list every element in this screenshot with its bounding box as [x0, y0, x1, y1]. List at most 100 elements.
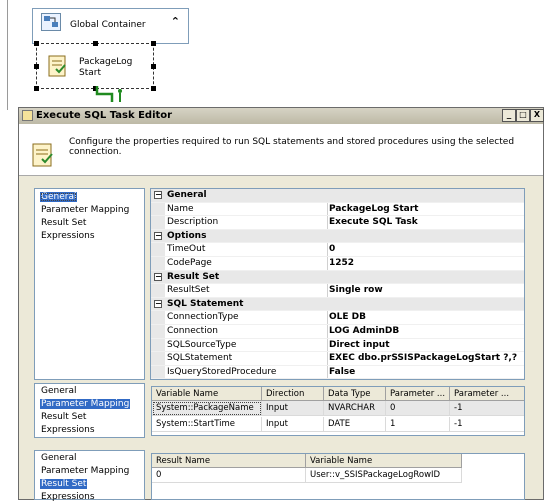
- property-row[interactable]: CodePage 1252: [151, 257, 524, 271]
- nav-item-result-set[interactable]: Result Set: [40, 479, 88, 489]
- table-cell[interactable]: User::v_SSISPackageLogRowID: [306, 468, 462, 483]
- table-cell[interactable]: 0: [386, 401, 450, 416]
- column-header[interactable]: Variable Name: [152, 387, 262, 401]
- column-divider[interactable]: [327, 257, 328, 270]
- nav-item-parameter-mapping[interactable]: Parameter Mapping: [40, 399, 131, 409]
- column-divider[interactable]: [327, 243, 328, 256]
- minimize-button[interactable]: _: [502, 109, 516, 122]
- nav-item-result-set[interactable]: Result Set: [40, 412, 87, 422]
- column-header[interactable]: Data Type: [324, 387, 386, 401]
- nav-item-general[interactable]: General: [40, 386, 77, 396]
- column-header[interactable]: Direction: [262, 387, 324, 401]
- table-cell[interactable]: Input: [262, 401, 324, 416]
- nav-item-parameter-mapping[interactable]: Parameter Mapping: [40, 205, 130, 215]
- table-cell[interactable]: NVARCHAR: [324, 401, 386, 416]
- column-divider[interactable]: [327, 325, 328, 338]
- property-category[interactable]: − Options: [151, 229, 524, 244]
- maximize-button[interactable]: □: [516, 109, 530, 122]
- property-category[interactable]: − Result Set: [151, 270, 524, 285]
- resize-handle[interactable]: [34, 86, 39, 91]
- resize-handle[interactable]: [151, 64, 156, 69]
- title-bar[interactable]: Execute SQL Task Editor _ □ X: [19, 108, 544, 124]
- column-divider[interactable]: [327, 365, 328, 379]
- column-divider[interactable]: [327, 284, 328, 297]
- column-header[interactable]: Result Name: [152, 454, 306, 468]
- property-name: TimeOut: [167, 244, 206, 255]
- table-cell[interactable]: DATE: [324, 417, 386, 432]
- global-container-label: Global Container: [70, 20, 146, 30]
- property-row[interactable]: IsQueryStoredProcedure False: [151, 365, 524, 379]
- property-value[interactable]: Execute SQL Task: [329, 217, 418, 227]
- nav-item-expressions[interactable]: Expressions: [40, 231, 96, 241]
- collapse-toggle-icon[interactable]: −: [154, 299, 162, 308]
- property-name: ResultSet: [167, 285, 210, 296]
- row-margin: [151, 243, 165, 256]
- column-divider[interactable]: [327, 352, 328, 365]
- result-set-table[interactable]: Result Name Variable Name 0 User::v_SSIS…: [151, 453, 525, 500]
- property-category[interactable]: − General: [151, 189, 524, 203]
- property-name: Name: [167, 203, 194, 214]
- property-row[interactable]: ResultSet Single row: [151, 284, 524, 298]
- table-cell[interactable]: Input: [262, 417, 324, 432]
- resize-handle[interactable]: [151, 41, 156, 46]
- column-header[interactable]: Parameter ...: [450, 387, 524, 401]
- resize-handle[interactable]: [34, 64, 39, 69]
- table-cell[interactable]: System::PackageName: [152, 401, 262, 416]
- nav-item-general[interactable]: General: [40, 192, 78, 202]
- nav-item-general[interactable]: General: [40, 453, 77, 463]
- property-row[interactable]: Name PackageLog Start: [151, 202, 524, 217]
- resize-handle[interactable]: [93, 41, 98, 46]
- property-value[interactable]: EXEC dbo.prSSISPackageLogStart ?,?: [329, 353, 517, 363]
- nav-item-expressions[interactable]: Expressions: [40, 425, 96, 435]
- property-value[interactable]: Single row: [329, 285, 383, 295]
- parameter-mapping-table[interactable]: Variable Name Direction Data Type Parame…: [151, 386, 525, 436]
- property-value[interactable]: 1252: [329, 258, 354, 268]
- column-divider[interactable]: [327, 338, 328, 352]
- resize-handle[interactable]: [34, 41, 39, 46]
- column-divider[interactable]: [327, 311, 328, 324]
- property-value[interactable]: PackageLog Start: [329, 204, 418, 214]
- table-cell[interactable]: 0: [152, 468, 306, 483]
- property-row[interactable]: SQLSourceType Direct input: [151, 338, 524, 353]
- property-value[interactable]: False: [329, 367, 355, 377]
- property-row[interactable]: TimeOut 0: [151, 243, 524, 257]
- sequence-container-icon: [41, 13, 61, 31]
- collapse-toggle-icon[interactable]: −: [154, 231, 162, 240]
- collapse-chevron-icon[interactable]: ⌃: [171, 15, 180, 28]
- column-header[interactable]: Parameter ...: [386, 387, 450, 401]
- category-label: Options: [167, 230, 207, 241]
- property-name: SQLSourceType: [167, 339, 237, 350]
- nav-item-expressions[interactable]: Expressions: [40, 492, 96, 502]
- canvas-edge: [0, 0, 8, 110]
- page-list: General Parameter Mapping Result Set Exp…: [34, 450, 145, 502]
- property-value[interactable]: 0: [329, 244, 335, 254]
- column-divider[interactable]: [327, 202, 328, 216]
- property-row[interactable]: ConnectionType OLE DB: [151, 311, 524, 325]
- global-container[interactable]: Global Container ⌃: [32, 8, 189, 44]
- table-cell[interactable]: -1: [450, 401, 524, 416]
- property-value[interactable]: LOG AdminDB: [329, 326, 399, 336]
- row-margin: [151, 352, 165, 365]
- precedence-connector[interactable]: [94, 86, 122, 102]
- property-row[interactable]: Connection LOG AdminDB: [151, 325, 524, 339]
- property-category[interactable]: − SQL Statement: [151, 297, 524, 312]
- table-cell[interactable]: -1: [450, 417, 524, 432]
- property-row[interactable]: SQLStatement EXEC dbo.prSSISPackageLogSta…: [151, 352, 524, 366]
- collapse-toggle-icon[interactable]: −: [154, 272, 162, 281]
- nav-item-parameter-mapping[interactable]: Parameter Mapping: [40, 466, 130, 476]
- resize-handle[interactable]: [151, 86, 156, 91]
- property-value[interactable]: Direct input: [329, 340, 390, 350]
- row-margin: [151, 311, 165, 324]
- close-button[interactable]: X: [530, 109, 544, 122]
- property-value[interactable]: OLE DB: [329, 312, 366, 322]
- column-divider[interactable]: [327, 216, 328, 229]
- table-cell[interactable]: 1: [386, 417, 450, 432]
- execute-sql-task-icon: [31, 141, 57, 169]
- property-grid[interactable]: − General Name PackageLog Start Description E…: [150, 188, 525, 380]
- table-cell[interactable]: System::StartTime: [152, 417, 262, 432]
- execute-sql-task[interactable]: PackageLog Start: [34, 41, 156, 91]
- collapse-toggle-icon[interactable]: −: [154, 191, 162, 199]
- property-row[interactable]: Description Execute SQL Task: [151, 216, 524, 230]
- column-header[interactable]: Variable Name: [306, 454, 462, 468]
- nav-item-result-set[interactable]: Result Set: [40, 218, 87, 228]
